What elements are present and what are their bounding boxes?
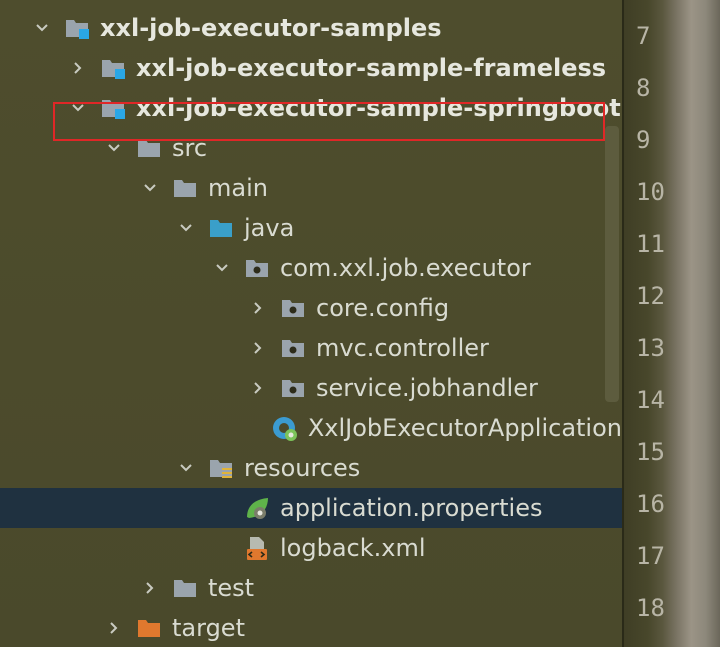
tree-item-resources[interactable]: resources xyxy=(0,448,622,488)
line-number: 14 xyxy=(636,386,665,414)
tree-item-label: test xyxy=(208,574,255,602)
line-number: 11 xyxy=(636,230,665,258)
project-tree: xxl-job-executor-samples xxl-job-executor… xyxy=(0,0,622,647)
package-icon xyxy=(280,375,306,401)
source-folder-icon xyxy=(208,215,234,241)
tree-item-xxl-job-executor-sample-frameless[interactable]: xxl-job-executor-sample-frameless xyxy=(0,48,622,88)
chevron-right-icon[interactable] xyxy=(102,616,126,640)
package-icon xyxy=(280,335,306,361)
tree-item-label: application.properties xyxy=(280,494,543,522)
line-number: 13 xyxy=(636,334,665,362)
tree-item-label: xxl-job-executor-samples xyxy=(100,14,442,42)
tree-item-label: java xyxy=(244,214,295,242)
tree-item-test[interactable]: test xyxy=(0,568,622,608)
tree-item-service-jobhandler[interactable]: service.jobhandler xyxy=(0,368,622,408)
tree-item-label: service.jobhandler xyxy=(316,374,538,402)
folder-icon xyxy=(172,575,198,601)
line-number: 15 xyxy=(636,438,665,466)
tree-item-main[interactable]: main xyxy=(0,168,622,208)
highlight-box xyxy=(53,102,605,141)
tree-item-mvc-controller[interactable]: mvc.controller xyxy=(0,328,622,368)
tree-item-application-properties[interactable]: application.properties xyxy=(0,488,622,528)
tree-item-core-config[interactable]: core.config xyxy=(0,288,622,328)
package-icon xyxy=(244,255,270,281)
tree-scrollbar[interactable] xyxy=(605,126,619,402)
line-number: 10 xyxy=(636,178,665,206)
chevron-placeholder xyxy=(238,416,262,440)
tree-item-label: mvc.controller xyxy=(316,334,489,362)
chevron-down-icon[interactable] xyxy=(138,176,162,200)
chevron-down-icon[interactable] xyxy=(174,216,198,240)
chevron-right-icon[interactable] xyxy=(246,376,270,400)
chevron-right-icon[interactable] xyxy=(138,576,162,600)
line-number: 12 xyxy=(636,282,665,310)
line-number: 18 xyxy=(636,594,665,622)
chevron-down-icon[interactable] xyxy=(174,456,198,480)
module-folder-icon xyxy=(64,15,90,41)
tree-item-label: target xyxy=(172,614,245,642)
chevron-placeholder xyxy=(210,536,234,560)
package-icon xyxy=(280,295,306,321)
chevron-right-icon[interactable] xyxy=(246,336,270,360)
chevron-down-icon[interactable] xyxy=(210,256,234,280)
tree-item-xxljobexecutorapplication[interactable]: XxlJobExecutorApplication xyxy=(0,408,622,448)
chevron-right-icon[interactable] xyxy=(246,296,270,320)
line-number: 17 xyxy=(636,542,665,570)
tree-item-label: logback.xml xyxy=(280,534,426,562)
tree-item-java[interactable]: java xyxy=(0,208,622,248)
line-number: 9 xyxy=(636,126,651,154)
excluded-folder-icon xyxy=(136,615,162,641)
folder-icon xyxy=(172,175,198,201)
spring-properties-icon xyxy=(244,495,270,521)
spring-class-icon xyxy=(272,415,298,441)
line-number: 8 xyxy=(636,74,651,102)
tree-item-label: XxlJobExecutorApplication xyxy=(307,414,622,442)
tree-item-label: main xyxy=(208,174,268,202)
line-number: 16 xyxy=(636,490,665,518)
tree-item-label: com.xxl.job.executor xyxy=(280,254,531,282)
module-folder-icon xyxy=(100,55,126,81)
tree-item-label: core.config xyxy=(316,294,450,322)
line-number: 7 xyxy=(636,22,651,50)
chevron-placeholder xyxy=(210,496,234,520)
chevron-down-icon[interactable] xyxy=(30,16,54,40)
tree-item-com-xxl-job-executor[interactable]: com.xxl.job.executor xyxy=(0,248,622,288)
resources-folder-icon xyxy=(208,455,234,481)
tree-item-logback-xml[interactable]: logback.xml xyxy=(0,528,622,568)
tree-item-label: xxl-job-executor-sample-frameless xyxy=(136,54,607,82)
tree-item-xxl-job-executor-samples[interactable]: xxl-job-executor-samples xyxy=(0,8,622,48)
xml-file-icon xyxy=(244,535,270,561)
tree-item-target[interactable]: target xyxy=(0,608,622,647)
tree-item-label: resources xyxy=(244,454,361,482)
chevron-right-icon[interactable] xyxy=(66,56,90,80)
